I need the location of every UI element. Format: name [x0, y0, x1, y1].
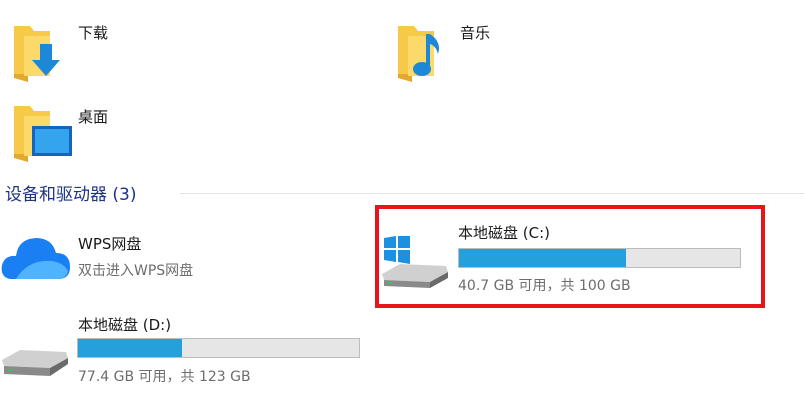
hard-drive-icon — [2, 350, 68, 376]
wps-cloud-subtitle: 双击进入WPS网盘 — [78, 263, 194, 279]
folder-label: 下载 — [78, 24, 109, 42]
downloads-folder-icon — [14, 26, 60, 82]
drive-usage-bar — [458, 248, 741, 268]
desktop-folder-icon — [14, 106, 72, 162]
drive-free-space: 40.7 GB 可用，共 100 GB — [458, 278, 631, 294]
folder-item-desktop[interactable]: 桌面 — [0, 92, 300, 172]
devices-section-title[interactable]: 设备和驱动器 (3) — [5, 180, 136, 205]
wps-cloud-name: WPS网盘 — [78, 235, 142, 253]
drive-item-c[interactable]: 本地磁盘 (C:) 40.7 GB 可用，共 100 GB — [380, 210, 760, 304]
folder-item-downloads[interactable]: 下载 — [0, 8, 300, 88]
drive-name: 本地磁盘 (D:) — [78, 316, 172, 334]
drive-usage-bar — [77, 338, 360, 358]
cloud-icon — [1, 238, 71, 279]
folder-label: 桌面 — [78, 108, 109, 126]
drive-free-space: 77.4 GB 可用，共 123 GB — [78, 369, 251, 385]
section-divider — [180, 193, 804, 194]
folder-item-music[interactable]: 音乐 — [385, 8, 685, 88]
drive-name: 本地磁盘 (C:) — [458, 224, 550, 242]
folder-label: 音乐 — [460, 24, 491, 42]
drive-item-d[interactable]: 本地磁盘 (D:) 77.4 GB 可用，共 123 GB — [0, 304, 380, 398]
wps-cloud-item[interactable]: WPS网盘 双击进入WPS网盘 — [0, 222, 340, 292]
drive-usage-fill — [78, 339, 183, 357]
windows-drive-icon — [382, 236, 448, 288]
music-folder-icon — [398, 26, 439, 82]
drive-usage-fill — [459, 249, 626, 267]
